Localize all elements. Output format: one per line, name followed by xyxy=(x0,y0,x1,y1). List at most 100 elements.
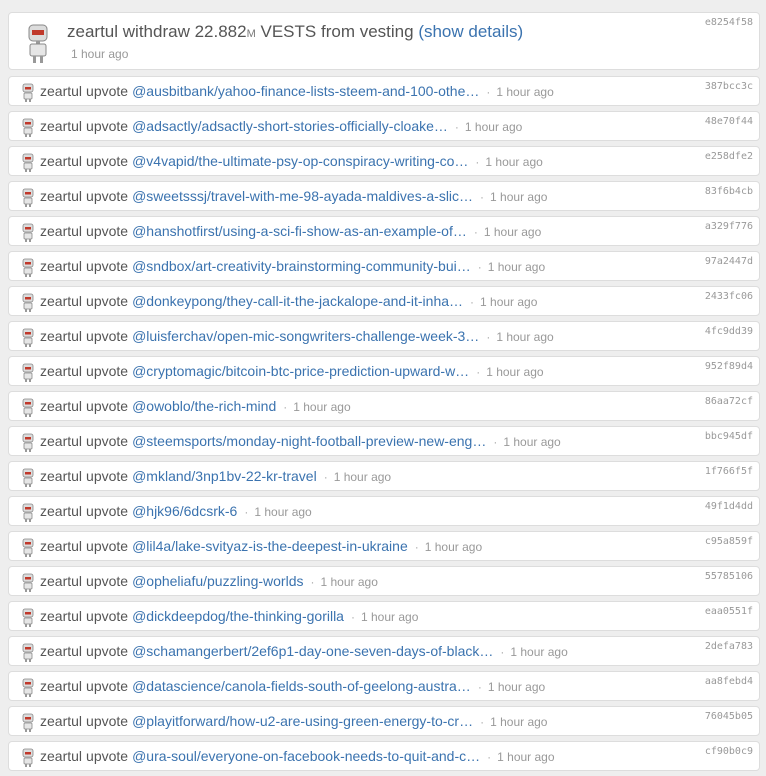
vote-user[interactable]: zeartul xyxy=(40,363,82,379)
transaction-hash[interactable]: 387bcc3c xyxy=(705,81,753,92)
transaction-hash[interactable]: 55785106 xyxy=(705,571,753,582)
robot-avatar-icon[interactable] xyxy=(20,223,36,243)
post-link[interactable]: @lil4a/lake-svityaz-is-the-deepest-in-uk… xyxy=(132,538,408,554)
robot-avatar-icon[interactable] xyxy=(20,678,36,698)
separator: · xyxy=(493,435,498,449)
vote-entry: 55785106 zeartul upvote @opheliafu/puzzling… xyxy=(8,566,760,596)
transaction-hash[interactable]: bbc945df xyxy=(705,431,753,442)
vote-user[interactable]: zeartul xyxy=(40,608,82,624)
robot-avatar-icon[interactable] xyxy=(20,538,36,558)
vote-entry: 2defa783 zeartul upvote @schamangerbert/2ef… xyxy=(8,636,760,666)
vote-user[interactable]: zeartul xyxy=(40,223,82,239)
vote-user[interactable]: zeartul xyxy=(40,433,82,449)
robot-avatar-icon[interactable] xyxy=(20,398,36,418)
robot-avatar-icon[interactable] xyxy=(20,503,36,523)
robot-avatar-icon[interactable] xyxy=(20,748,36,768)
vote-user[interactable]: zeartul xyxy=(40,643,82,659)
vote-time: 1 hour ago xyxy=(487,680,546,694)
vote-action: upvote xyxy=(86,363,129,379)
transaction-hash[interactable]: 83f6b4cb xyxy=(705,186,753,197)
transaction-hash[interactable]: aa8febd4 xyxy=(705,676,753,687)
vote-user[interactable]: zeartul xyxy=(40,468,82,484)
vote-action: upvote xyxy=(86,83,129,99)
vote-text: zeartul upvote @donkeypong/they-call-it-th… xyxy=(40,293,537,309)
transaction-hash[interactable]: 2433fc06 xyxy=(705,291,753,302)
vote-time: 1 hour ago xyxy=(497,750,555,764)
transaction-hash[interactable]: e8254f58 xyxy=(705,17,753,28)
vote-user[interactable]: zeartul xyxy=(40,83,82,99)
vote-user[interactable]: zeartul xyxy=(40,678,82,694)
vote-user[interactable]: zeartul xyxy=(40,713,82,729)
transaction-hash[interactable]: a329f776 xyxy=(705,221,753,232)
transaction-hash[interactable]: cf90b0c9 xyxy=(705,746,753,757)
post-link[interactable]: @steemsports/monday-night-football-previ… xyxy=(132,433,486,449)
transaction-hash[interactable]: 86aa72cf xyxy=(705,396,753,407)
vote-text: zeartul upvote @hjk96/6dcsrk-6 · 1 hour ago xyxy=(40,503,312,519)
robot-avatar-icon[interactable] xyxy=(20,573,36,593)
robot-avatar-icon[interactable] xyxy=(20,293,36,313)
vote-user[interactable]: zeartul xyxy=(40,573,82,589)
vote-action: upvote xyxy=(86,573,129,589)
robot-avatar-icon[interactable] xyxy=(20,83,36,103)
vote-user[interactable]: zeartul xyxy=(40,538,82,554)
post-link[interactable]: @luisferchav/open-mic-songwriters-challe… xyxy=(132,328,479,344)
robot-avatar-icon[interactable] xyxy=(20,643,36,663)
robot-avatar-icon[interactable] xyxy=(20,363,36,383)
vote-action: upvote xyxy=(86,258,129,274)
post-link[interactable]: @ausbitbank/yahoo-finance-lists-steem-an… xyxy=(132,83,479,99)
post-link[interactable]: @opheliafu/puzzling-worlds xyxy=(132,573,303,589)
post-link[interactable]: @datascience/canola-fields-south-of-geel… xyxy=(132,678,471,694)
vote-user[interactable]: zeartul xyxy=(40,503,82,519)
robot-avatar-icon[interactable] xyxy=(20,608,36,628)
post-link[interactable]: @donkeypong/they-call-it-the-jackalope-a… xyxy=(132,293,463,309)
vote-entry: 83f6b4cb zeartul upvote @sweetsssj/travel-w… xyxy=(8,181,760,211)
post-link[interactable]: @hanshotfirst/using-a-sci-fi-show-as-an-… xyxy=(132,223,467,239)
vote-action: upvote xyxy=(86,223,129,239)
transaction-hash[interactable]: 2defa783 xyxy=(705,641,753,652)
post-link[interactable]: @mkland/3np1bv-22-kr-travel xyxy=(132,468,317,484)
transaction-hash[interactable]: 76045b05 xyxy=(705,711,753,722)
post-link[interactable]: @hjk96/6dcsrk-6 xyxy=(132,503,237,519)
transaction-hash[interactable]: 48e70f44 xyxy=(705,116,753,127)
transaction-hash[interactable]: eaa0551f xyxy=(705,606,753,617)
post-link[interactable]: @cryptomagic/bitcoin-btc-price-predictio… xyxy=(132,363,469,379)
robot-avatar-icon[interactable] xyxy=(20,328,36,348)
vote-user[interactable]: zeartul xyxy=(40,118,82,134)
vote-user[interactable]: zeartul xyxy=(40,188,82,204)
robot-avatar-icon[interactable] xyxy=(23,23,53,65)
transaction-hash[interactable]: 97a2447d xyxy=(705,256,753,267)
post-link[interactable]: @sweetsssj/travel-with-me-98-ayada-maldi… xyxy=(132,188,473,204)
vote-user[interactable]: zeartul xyxy=(40,398,82,414)
post-link[interactable]: @ura-soul/everyone-on-facebook-needs-to-… xyxy=(132,748,480,764)
transaction-hash[interactable]: 4fc9dd39 xyxy=(705,326,753,337)
vote-entry: 2433fc06 zeartul upvote @donkeypong/they-ca… xyxy=(8,286,760,316)
post-link[interactable]: @sndbox/art-creativity-brainstorming-com… xyxy=(132,258,471,274)
transaction-hash[interactable]: 952f89d4 xyxy=(705,361,753,372)
post-link[interactable]: @adsactly/adsactly-short-stories-officia… xyxy=(132,118,448,134)
vote-user[interactable]: zeartul xyxy=(40,328,82,344)
robot-avatar-icon[interactable] xyxy=(20,468,36,488)
vote-user[interactable]: zeartul xyxy=(40,153,82,169)
post-link[interactable]: @dickdeepdog/the-thinking-gorilla xyxy=(132,608,344,624)
robot-avatar-icon[interactable] xyxy=(20,118,36,138)
transaction-hash[interactable]: e258dfe2 xyxy=(705,151,753,162)
transaction-hash[interactable]: c95a859f xyxy=(705,536,753,547)
post-link[interactable]: @playitforward/how-u2-are-using-green-en… xyxy=(132,713,473,729)
vote-user[interactable]: zeartul xyxy=(40,748,82,764)
vote-user[interactable]: zeartul xyxy=(40,293,82,309)
vote-user[interactable]: zeartul xyxy=(40,258,82,274)
transaction-hash[interactable]: 1f766f5f xyxy=(705,466,753,477)
robot-avatar-icon[interactable] xyxy=(20,153,36,173)
post-link[interactable]: @v4vapid/the-ultimate-psy-op-conspiracy-… xyxy=(132,153,468,169)
post-link[interactable]: @owoblo/the-rich-mind xyxy=(132,398,276,414)
vote-text: zeartul upvote @steemsports/monday-night-f… xyxy=(40,433,561,449)
robot-avatar-icon[interactable] xyxy=(20,258,36,278)
summary-user[interactable]: zeartul xyxy=(67,22,118,41)
robot-avatar-icon[interactable] xyxy=(20,713,36,733)
transaction-hash[interactable]: 49f1d4dd xyxy=(705,501,753,512)
robot-avatar-icon[interactable] xyxy=(20,188,36,208)
robot-avatar-icon[interactable] xyxy=(20,433,36,453)
post-link[interactable]: @schamangerbert/2ef6p1-day-one-seven-day… xyxy=(132,643,493,659)
show-details-link[interactable]: (show details) xyxy=(418,22,523,41)
activity-feed: e8254f58 zeartul withdraw 22.882M VESTS … xyxy=(8,12,760,776)
